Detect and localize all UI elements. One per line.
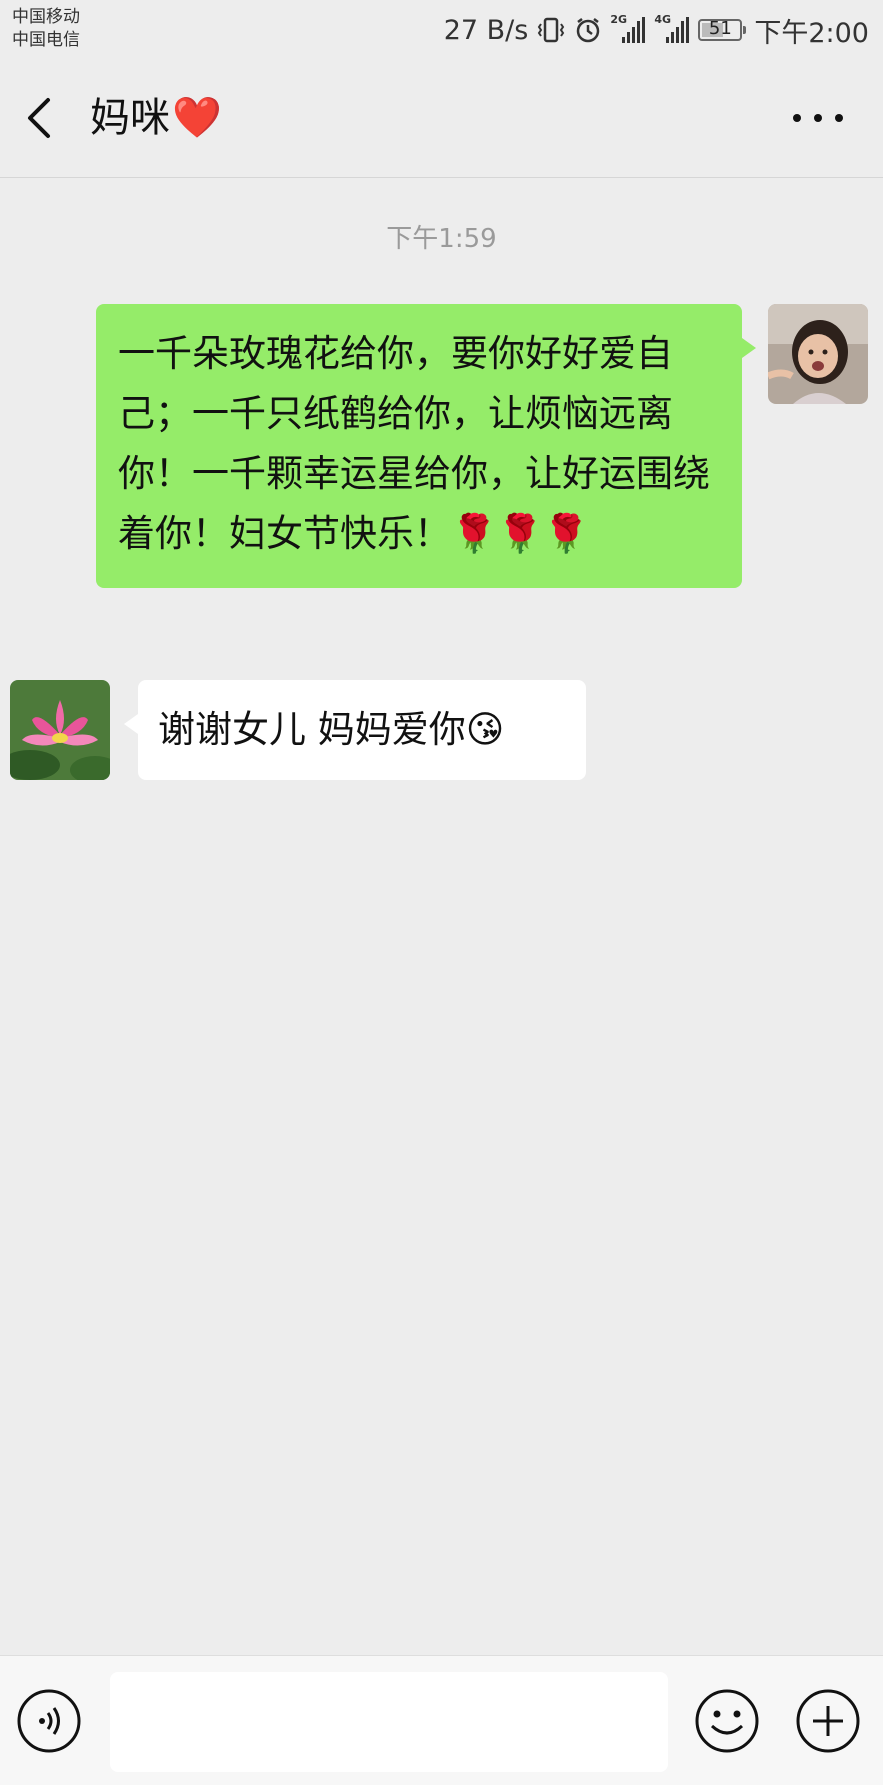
net-speed: 27 B/s [443, 14, 529, 46]
chat-title: 妈咪 ❤️ [90, 92, 222, 144]
chat-header: 妈咪 ❤️ [0, 58, 883, 178]
chevron-left-icon [28, 98, 50, 138]
contact-avatar[interactable] [10, 680, 110, 780]
message-input[interactable] [110, 1672, 668, 1772]
clock: 下午2:00 [754, 17, 869, 49]
plus-button[interactable] [795, 1688, 861, 1754]
voice-button[interactable] [16, 1688, 82, 1754]
signal-4g-icon: 4G [654, 13, 690, 45]
my-avatar[interactable] [768, 304, 868, 404]
emoji-button[interactable] [694, 1688, 760, 1754]
input-bar [0, 1655, 883, 1785]
battery-icon: 51 [698, 18, 747, 41]
message-timestamp: 下午1:59 [386, 224, 497, 254]
back-button[interactable] [18, 88, 62, 148]
more-dot [814, 114, 822, 122]
carrier-info: 中国移动 中国电信 [12, 6, 80, 52]
vibrate-icon [536, 16, 566, 44]
carrier-2: 中国电信 [12, 30, 80, 50]
received-message-bubble[interactable]: 谢谢女儿 妈妈爱你😘 [124, 680, 586, 780]
plus-icon [796, 1689, 860, 1753]
voice-icon [17, 1689, 81, 1753]
signal-2g-icon: 2G [610, 13, 646, 45]
sent-message-bubble[interactable]: 一千朵玫瑰花给你，要你好好爱自己；一千只纸鹤给你，让烦恼远离你！一千颗幸运星给你… [96, 304, 756, 588]
more-button[interactable] [793, 106, 843, 130]
carrier-1: 中国移动 [12, 7, 80, 27]
heart-emoji: ❤️ [172, 95, 222, 141]
more-dot [793, 114, 801, 122]
status-indicators: 27 B/s 2G 4G 51 下午2:00 [443, 13, 869, 49]
battery-level: 51 [708, 18, 732, 39]
alarm-icon [574, 16, 602, 44]
contact-name: 妈咪 [90, 95, 170, 141]
status-bar: 中国移动 中国电信 27 B/s 2G 4G 51 下午2:00 [0, 0, 883, 58]
more-dot [835, 114, 843, 122]
emoji-icon [695, 1689, 759, 1753]
